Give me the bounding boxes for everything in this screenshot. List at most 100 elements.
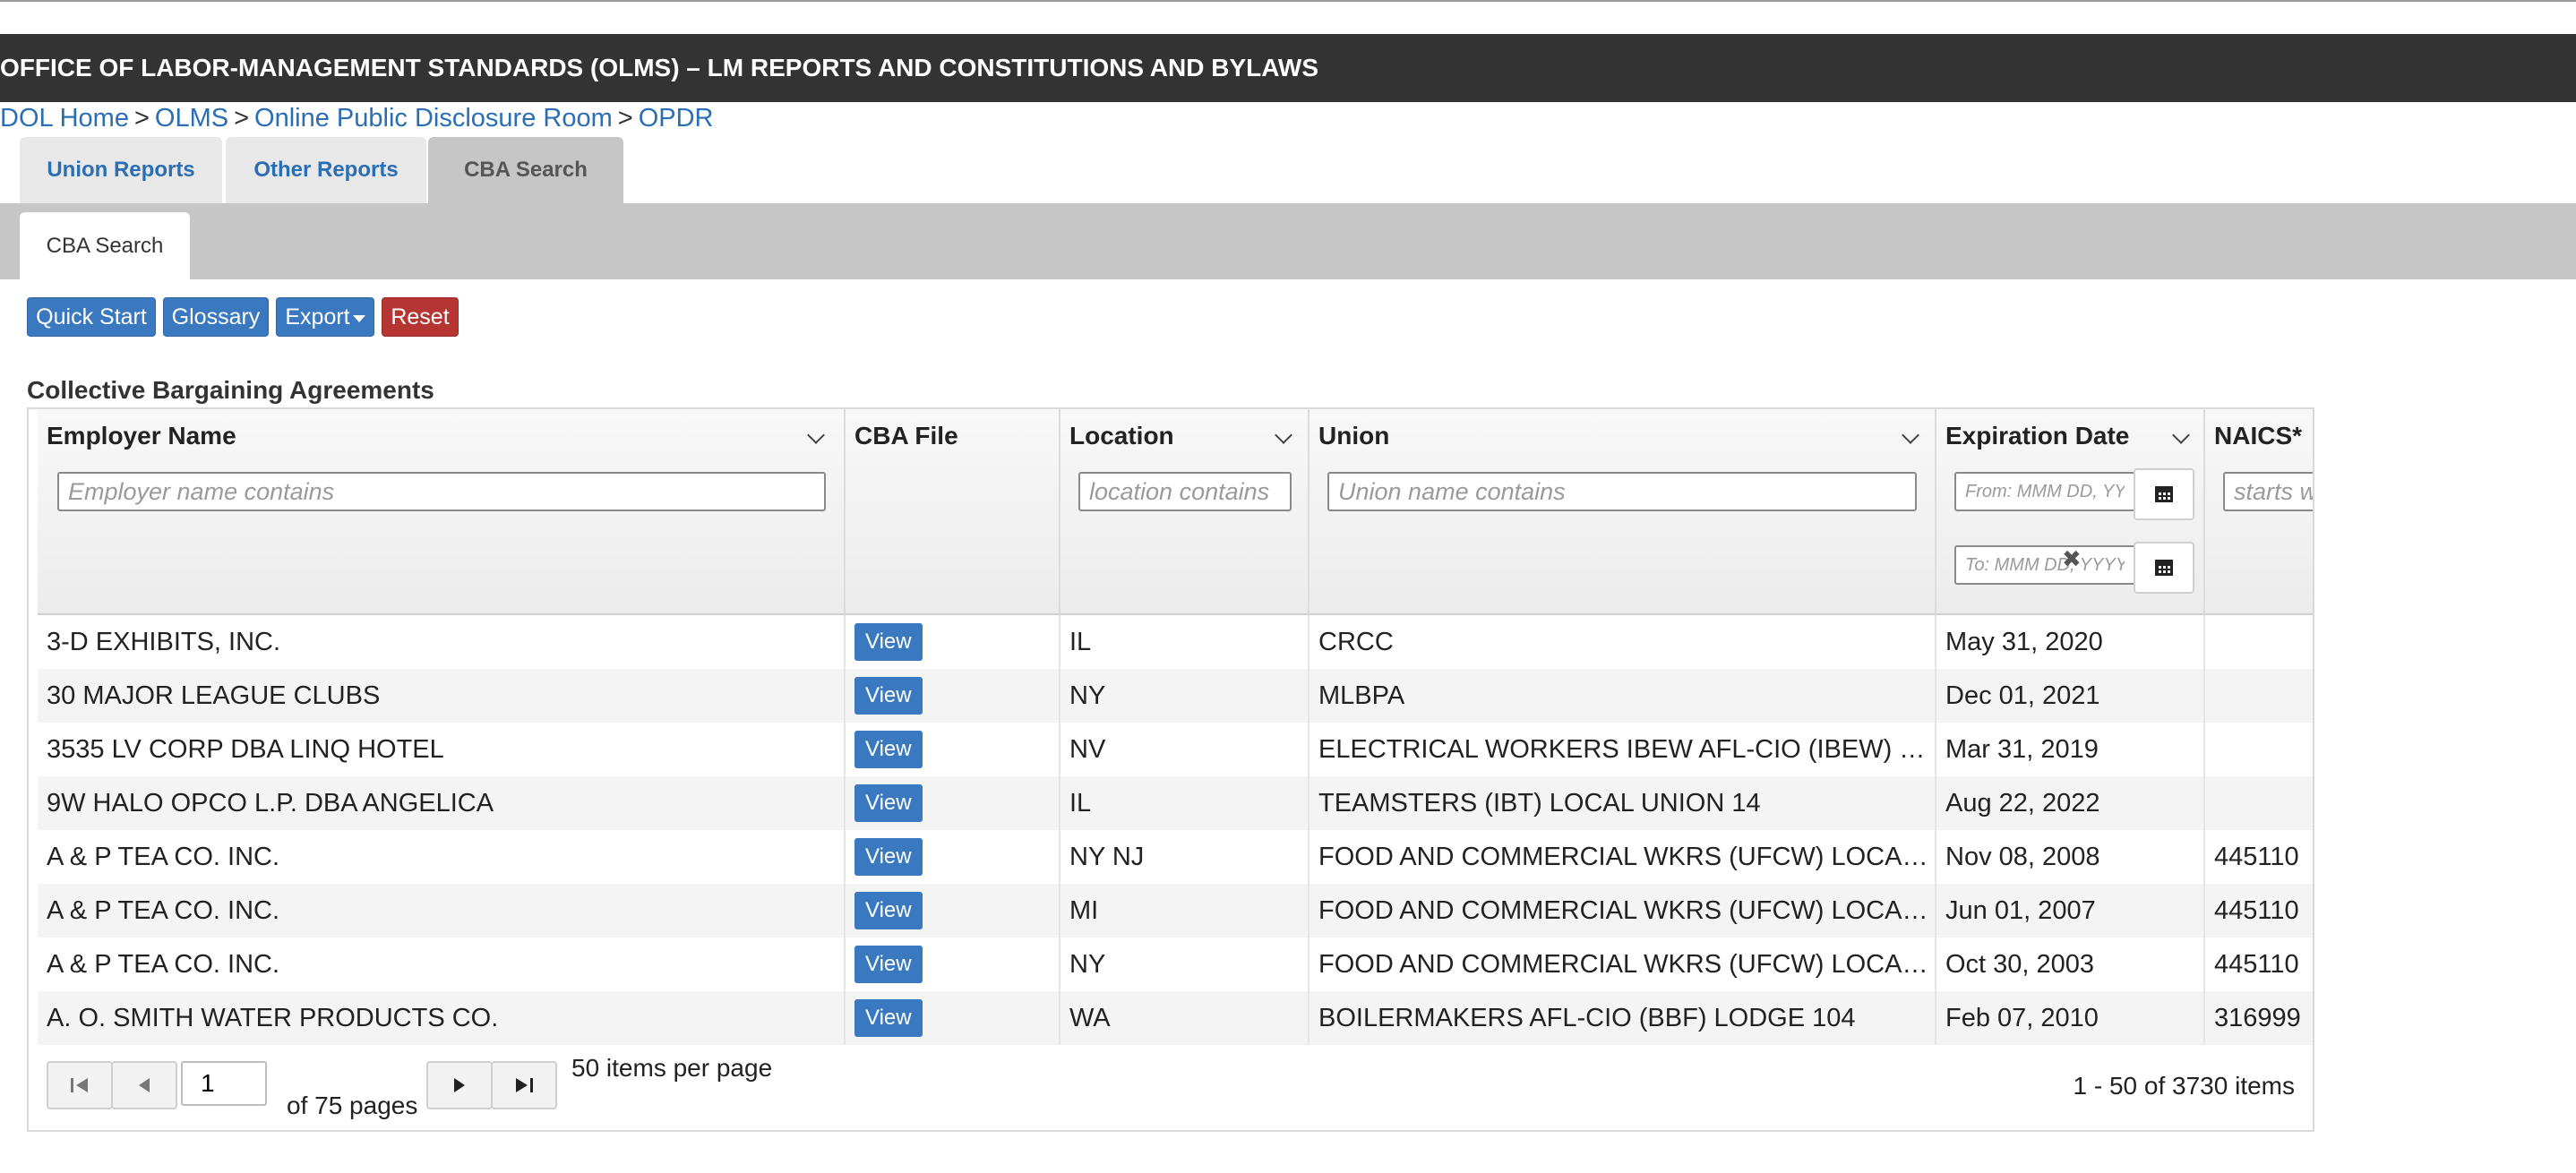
tab-other-reports[interactable]: Other Reports (226, 137, 426, 203)
cell-naics-text: 316999 (2214, 1003, 2301, 1032)
reset-button[interactable]: Reset (382, 297, 459, 337)
cell-naics: 445110 (2205, 884, 2313, 938)
column-title-union[interactable]: Union (1318, 422, 1389, 450)
cell-location-text: MI (1069, 895, 1099, 925)
calendar-to-button[interactable] (2134, 542, 2194, 594)
column-title-employer[interactable]: Employer Name (47, 422, 236, 450)
column-header-employer: Employer Name (38, 409, 846, 613)
chevron-down-icon[interactable] (1902, 426, 1919, 444)
table-row: A & P TEA CO. INC. View MI FOOD AND COMMERC… (38, 884, 2313, 938)
cell-expiration: Aug 22, 2022 (1936, 776, 2205, 830)
quick-start-label: Quick Start (36, 304, 147, 330)
cell-union-text: FOOD AND COMMERCIAL WKRS (UFCW) LOCAL UN… (1318, 895, 1935, 925)
last-page-button[interactable] (491, 1061, 557, 1109)
cell-employer: 9W HALO OPCO L.P. DBA ANGELICA (38, 776, 846, 830)
breadcrumb-opdr-room[interactable]: Online Public Disclosure Room (254, 104, 613, 133)
cell-naics (2205, 615, 2313, 669)
reset-label: Reset (391, 304, 450, 330)
cell-location-text: WA (1069, 1003, 1111, 1032)
breadcrumb-opdr[interactable]: OPDR (639, 104, 714, 133)
column-header-naics: NAICS* (2205, 409, 2313, 613)
cell-expiration: May 31, 2020 (1936, 615, 2205, 669)
view-cba-button[interactable]: View (854, 892, 923, 929)
location-filter-input[interactable] (1078, 472, 1292, 511)
cell-employer: A. O. SMITH WATER PRODUCTS CO. (38, 991, 846, 1045)
cell-expiration-text: May 31, 2020 (1945, 627, 2103, 656)
cell-naics (2205, 723, 2313, 776)
next-page-button[interactable] (426, 1061, 493, 1109)
view-cba-button[interactable]: View (854, 623, 923, 661)
cell-employer-text: 9W HALO OPCO L.P. DBA ANGELICA (47, 788, 494, 818)
cell-expiration-text: Feb 07, 2010 (1945, 1003, 2099, 1032)
column-title-naics[interactable]: NAICS* (2214, 422, 2302, 450)
cell-cba-file: View (846, 723, 1060, 776)
employer-filter-input[interactable] (57, 472, 826, 511)
page-title: OFFICE OF LABOR-MANAGEMENT STANDARDS (OL… (0, 54, 1319, 81)
cell-employer-text: A & P TEA CO. INC. (47, 842, 280, 871)
cell-employer: A & P TEA CO. INC. (38, 938, 846, 991)
union-filter-input[interactable] (1327, 472, 1917, 511)
calendar-icon (2155, 486, 2173, 502)
last-page-icon (516, 1078, 533, 1092)
view-cba-button[interactable]: View (854, 838, 923, 876)
cell-expiration: Mar 31, 2019 (1936, 723, 2205, 776)
export-button[interactable]: Export (276, 297, 374, 337)
breadcrumb-olms[interactable]: OLMS (155, 104, 228, 133)
breadcrumb: DOL Home > OLMS > Online Public Disclosure R… (0, 104, 713, 133)
first-page-icon (71, 1078, 88, 1092)
chevron-down-icon[interactable] (807, 426, 825, 444)
subtab-cba-search[interactable]: CBA Search (20, 212, 190, 279)
breadcrumb-dol-home[interactable]: DOL Home (0, 104, 129, 133)
breadcrumb-separator: > (617, 104, 633, 133)
column-header-union: Union (1309, 409, 1936, 613)
column-header-expiration: Expiration Date ✖ (1936, 409, 2205, 613)
cell-cba-file: View (846, 615, 1060, 669)
cell-location-text: IL (1069, 627, 1092, 656)
chevron-down-icon[interactable] (1275, 426, 1292, 444)
tab-union-reports[interactable]: Union Reports (20, 137, 222, 203)
cell-cba-file: View (846, 776, 1060, 830)
table-row: A & P TEA CO. INC. View NY NJ FOOD AND COMM… (38, 830, 2313, 884)
cell-location: MI (1060, 884, 1309, 938)
naics-filter-input[interactable] (2223, 472, 2313, 511)
expiration-from-input[interactable] (1954, 472, 2135, 511)
view-cba-button[interactable]: View (854, 677, 923, 715)
column-title-location[interactable]: Location (1069, 422, 1174, 450)
cell-union: BOILERMAKERS AFL-CIO (BBF) LODGE 104 (1309, 991, 1936, 1045)
cell-location: IL (1060, 615, 1309, 669)
view-cba-button[interactable]: View (854, 784, 923, 822)
table-row: 3-D EXHIBITS, INC. View IL CRCC May 31, 2020 (38, 615, 2313, 669)
column-title-expiration[interactable]: Expiration Date (1945, 422, 2129, 450)
cell-expiration-text: Nov 08, 2008 (1945, 842, 2100, 871)
section-title: Collective Bargaining Agreements (27, 376, 434, 404)
cell-naics-text: 445110 (2214, 842, 2299, 871)
chevron-down-icon[interactable] (2172, 426, 2190, 444)
cell-naics: 445110 (2205, 938, 2313, 991)
next-page-icon (454, 1078, 465, 1092)
items-count: 1 - 50 of 3730 items (2073, 1072, 2295, 1100)
cell-expiration-text: Aug 22, 2022 (1945, 788, 2100, 818)
expiration-to-input[interactable] (1954, 545, 2135, 585)
cell-union-text: CRCC (1318, 627, 1394, 656)
glossary-button[interactable]: Glossary (163, 297, 269, 337)
calendar-from-button[interactable] (2134, 468, 2194, 520)
first-page-button[interactable] (47, 1061, 113, 1109)
view-cba-button[interactable]: View (854, 999, 923, 1037)
tab-cba-search[interactable]: CBA Search (428, 137, 623, 203)
page-number-input[interactable] (181, 1061, 267, 1106)
cell-employer-text: 30 MAJOR LEAGUE CLUBS (47, 681, 381, 710)
view-cba-button[interactable]: View (854, 731, 923, 768)
prev-page-button[interactable] (111, 1061, 177, 1109)
cell-union-text: MLBPA (1318, 681, 1405, 710)
cba-grid: Employer Name CBA File Location Union Ex… (27, 407, 2314, 1132)
table-row: 3535 LV CORP DBA LINQ HOTEL View NV ELECTRI… (38, 723, 2313, 776)
cell-expiration-text: Jun 01, 2007 (1945, 895, 2096, 925)
clear-x-icon[interactable]: ✖ (2062, 545, 2082, 573)
cell-union: FOOD AND COMMERCIAL WKRS (UFCW) LOCAL UN… (1309, 938, 1936, 991)
view-cba-button[interactable]: View (854, 946, 923, 983)
cell-expiration-text: Mar 31, 2019 (1945, 734, 2099, 764)
cell-location: NY NJ (1060, 830, 1309, 884)
cell-union: TEAMSTERS (IBT) LOCAL UNION 14 (1309, 776, 1936, 830)
quick-start-button[interactable]: Quick Start (27, 297, 156, 337)
items-per-page-label: 50 items per page (571, 1054, 773, 1082)
